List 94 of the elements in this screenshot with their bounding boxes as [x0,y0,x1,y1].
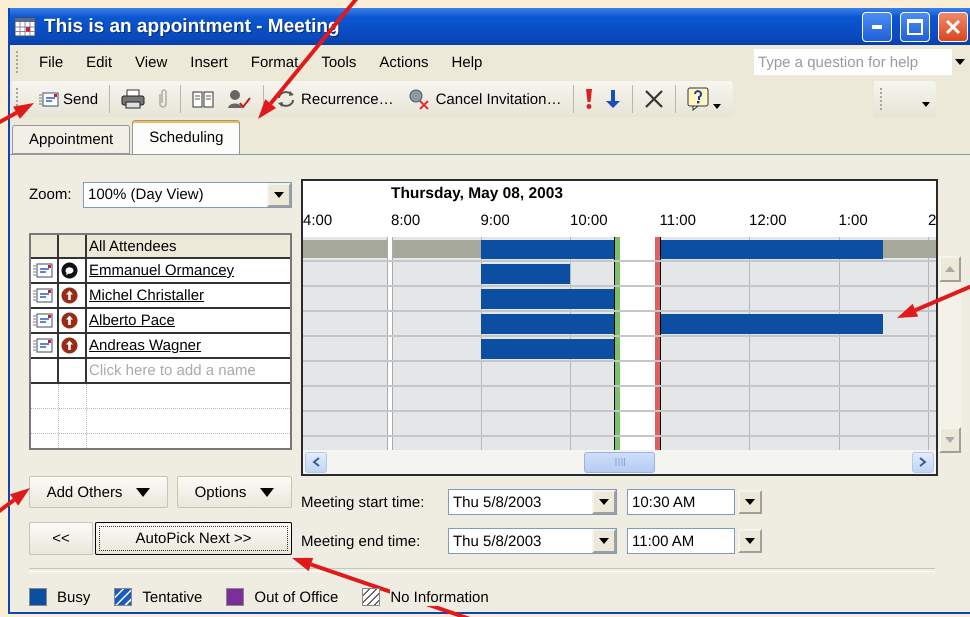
required-attendee-icon [61,337,78,354]
tab[interactable]: Appointment [12,125,130,154]
scroll-right-button[interactable] [912,452,934,473]
menu-item[interactable]: Edit [78,54,120,70]
organizer-icon [61,262,78,279]
maximize-icon [907,18,923,34]
required-attendee-icon [61,287,78,304]
envelope-icon [33,263,53,278]
date-input[interactable]: Thu 5/8/2003 [449,490,592,514]
minimize-button[interactable] [862,12,892,42]
close-icon [945,18,961,34]
time-input[interactable]: 11:00 AM [628,529,734,553]
zoom-input[interactable]: 100% (Day View) [84,182,267,206]
help-search-field[interactable]: Type a question for help [754,49,968,75]
dropdown-arrow-icon [955,59,965,65]
add-others-button[interactable]: Add Others [29,476,168,508]
menu-item[interactable]: Help [444,54,490,70]
down-arrow-icon [604,89,620,109]
menu-item[interactable]: File [31,54,72,70]
caret-icon [136,488,150,496]
meeting-time-label: Meeting start time: [301,494,426,510]
caret-icon [260,488,274,496]
time-dropdown-button[interactable] [738,529,762,553]
date-dropdown-button[interactable] [592,490,616,514]
date-input[interactable]: Thu 5/8/2003 [449,529,592,553]
zoom-dropdown[interactable]: 100% (Day View) [83,182,292,208]
exclamation-icon [584,88,592,110]
caret-icon [712,104,720,108]
cancel-invitation-button[interactable]: Cancel Invitation… [402,84,566,114]
legend-label: Tentative [142,588,202,606]
time-input[interactable]: 10:30 AM [628,490,734,514]
help-icon [686,87,708,111]
hour-label: 12:00 [749,212,787,229]
dropdown-arrow-icon [599,538,609,544]
legend-label: Out of Office [254,588,338,606]
envelope-icon [39,92,59,106]
attendee-name[interactable]: Michel Christaller [89,287,204,304]
hour-label: 2 [928,212,936,229]
hour-label: 11:00 [660,212,696,229]
minimize-icon [872,24,882,28]
send-button[interactable]: Send [35,84,102,114]
scroll-thumb[interactable] [584,452,655,473]
person-check-icon [226,88,252,110]
menu-item[interactable]: Actions [371,54,437,70]
date-field[interactable]: Thu 5/8/2003 [448,489,617,515]
time-dropdown-button[interactable] [738,490,762,514]
required-attendee-icon [61,312,78,329]
hour-label: 8:00 [391,212,420,229]
book-icon [192,90,214,108]
dropdown-arrow-icon [274,192,284,198]
schedule-date: Thursday, May 08, 2003 [390,184,564,204]
column-header: All Attendees [89,238,177,254]
legend-label: No Information [390,588,489,606]
menu-item[interactable]: Format [242,54,306,70]
dropdown-button[interactable] [267,182,291,206]
zoom-label: Zoom: [29,186,73,203]
up-arrow-icon [945,266,955,272]
menu-item[interactable]: Tools [313,54,364,70]
scroll-left-button[interactable] [305,452,327,473]
maximize-button[interactable] [900,12,930,42]
hour-label: 1:00 [838,212,868,229]
autopick-next-button[interactable]: AutoPick Next >> [95,522,292,555]
calendar-icon [14,16,36,36]
menu-item[interactable]: Insert [182,54,236,70]
close-icon [644,89,664,109]
recurrence-button[interactable]: Recurrence… [271,84,398,114]
dropdown-arrow-icon [745,499,755,505]
tab[interactable]: Scheduling [132,120,240,154]
close-button[interactable] [938,12,968,42]
date-dropdown-button[interactable] [592,529,616,553]
attendee-name[interactable]: Emmanuel Ormancey [89,262,234,279]
annotation-arrow [0,103,34,125]
annotation-arrow [0,488,30,514]
envelope-icon [33,313,53,328]
attendee-name[interactable]: Andreas Wagner [89,337,202,354]
caret-icon[interactable] [922,102,930,106]
meeting-time-label: Meeting end time: [301,532,422,550]
hour-label: 9:00 [480,212,510,229]
hour-label: 4:00 [303,212,332,229]
envelope-icon [33,288,53,303]
envelope-icon [33,338,53,353]
down-arrow-icon [945,437,955,443]
options-button[interactable]: Options [177,476,292,508]
printer-icon [121,89,146,109]
dropdown-arrow-icon [599,499,609,505]
previous-button[interactable]: << [29,522,93,555]
attendee-name[interactable]: Alberto Pace [89,312,175,329]
horizontal-scrollbar[interactable] [303,450,936,474]
date-field[interactable]: Thu 5/8/2003 [448,528,617,554]
legend-label: Busy [57,588,90,606]
hour-label: 10:00 [570,212,608,229]
dropdown-arrow-icon [745,538,755,544]
grip-icon [614,458,624,466]
menu-item[interactable]: View [127,54,176,70]
